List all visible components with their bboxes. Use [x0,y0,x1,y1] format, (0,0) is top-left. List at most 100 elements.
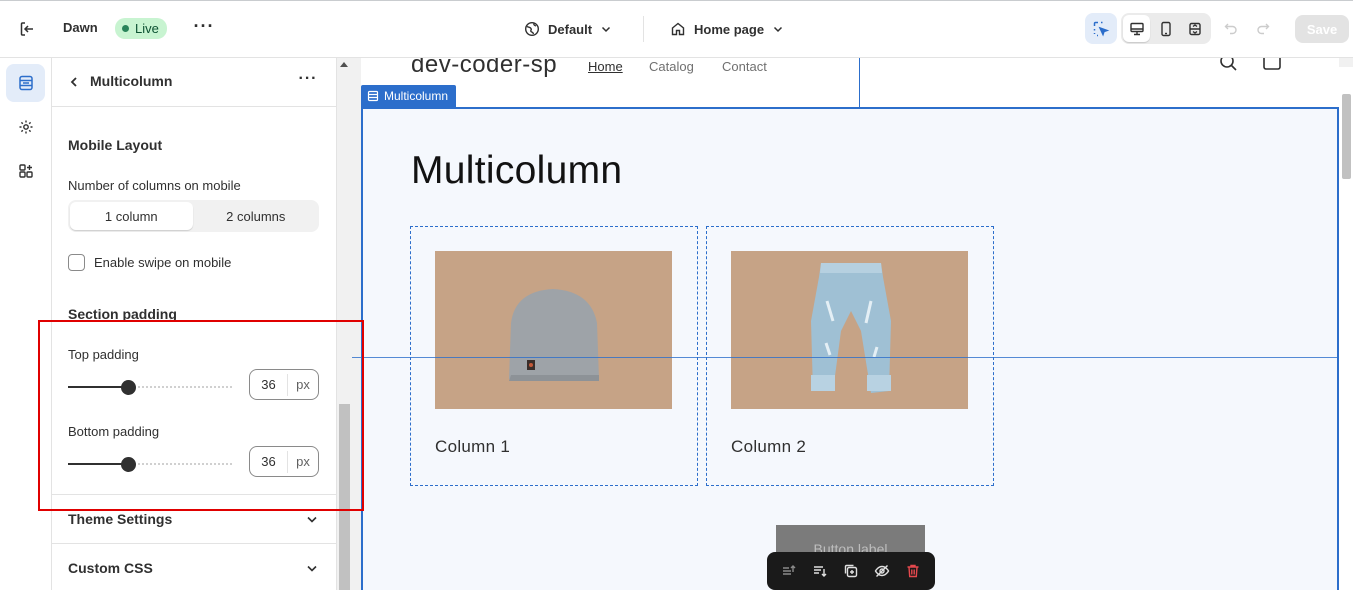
column-block[interactable]: Column 2 [706,226,994,486]
duplicate-icon [844,564,858,578]
desktop-icon [1129,22,1144,35]
section-actions-button[interactable]: ··· [296,70,320,92]
panel-header: Multicolumn ··· [52,58,336,107]
option-1-column[interactable]: 1 column [70,202,193,230]
accordion-title: Custom CSS [68,560,153,576]
mobile-icon [1161,21,1171,36]
exit-icon [20,22,33,36]
sections-icon [18,75,33,91]
option-2-columns[interactable]: 2 columns [195,202,318,230]
grey-beanie-image [435,251,672,409]
slider-track [134,386,234,388]
top-padding-input[interactable]: 36 px [249,369,319,400]
move-down-button[interactable] [807,558,833,584]
window-top-border [0,0,1353,1]
page-select[interactable]: Home page [670,18,784,40]
block-floating-toolbar [767,552,935,590]
sections-icon [367,90,379,102]
column-caption[interactable]: Column 2 [731,437,806,457]
save-button[interactable]: Save [1295,15,1349,43]
column-caption[interactable]: Column 1 [435,437,510,457]
theme-settings-accordion[interactable]: Theme Settings [52,494,336,543]
bottom-padding-value[interactable]: 36 [250,450,288,473]
mobile-view-button[interactable] [1152,15,1179,42]
top-padding-slider[interactable] [68,380,234,395]
panel-scrollbar[interactable] [336,58,352,590]
editor-left-rail [0,58,52,590]
move-down-icon [813,566,827,577]
bottom-padding-input[interactable]: 36 px [249,446,319,477]
column-block[interactable]: Column 1 [410,226,698,486]
storefront-preview: dev-coder-sp Home Catalog Contact Multic… [352,58,1353,590]
mobile-layout-heading: Mobile Layout [68,137,163,153]
scrollbar-thumb[interactable] [339,404,350,590]
accordion-title: Theme Settings [68,511,173,527]
slider-thumb[interactable] [121,457,136,472]
nav-link-catalog[interactable]: Catalog [649,59,694,74]
theme-name: Dawn [63,20,98,35]
editor-topbar: Dawn Live ··· Default Home page Save [0,0,1353,58]
chevron-down-icon [307,516,317,523]
slider-fill [68,386,128,388]
columns-on-mobile-label: Number of columns on mobile [68,178,241,193]
bottom-padding-label: Bottom padding [68,424,160,439]
selected-section-label: Multicolumn [384,89,449,103]
column-image [435,251,672,409]
theme-settings-select[interactable]: Default [524,18,612,40]
nav-link-home[interactable]: Home [588,59,623,74]
scrollbar-thumb[interactable] [1342,94,1351,179]
columns-on-mobile-segmented: 1 column 2 columns [68,200,319,232]
theme-actions-button[interactable]: ··· [192,16,216,40]
top-padding-value[interactable]: 36 [250,373,288,396]
section-title[interactable]: Multicolumn [411,149,622,193]
multicolumn-section[interactable]: Multicolumn Column 1 Column 2 Button lab… [361,107,1339,590]
alignment-guide [859,58,860,108]
custom-css-accordion[interactable]: Custom CSS [52,543,336,590]
enable-swipe-checkbox[interactable] [68,254,85,271]
store-header: dev-coder-sp Home Catalog Contact [361,58,1339,108]
redo-button[interactable] [1253,18,1273,38]
exit-editor-button[interactable] [14,16,40,42]
duplicate-button[interactable] [838,558,864,584]
store-name[interactable]: dev-coder-sp [411,58,557,79]
sections-nav-button[interactable] [6,64,45,102]
inspector-toggle-button[interactable] [1085,13,1117,44]
slider-fill [68,463,128,465]
slider-track [134,463,234,465]
undo-icon [1224,23,1237,35]
undo-button[interactable] [1221,18,1241,38]
scroll-up-arrow[interactable] [340,62,348,67]
chevron-down-icon [307,565,317,572]
back-button[interactable] [66,72,82,92]
panel-title: Multicolumn [90,73,173,89]
live-status-badge: Live [115,18,167,39]
preview-scrollbar[interactable] [1339,67,1353,590]
move-up-icon [782,565,796,575]
apps-icon [18,164,33,178]
cart-icon[interactable] [1261,58,1283,76]
hide-button[interactable] [869,558,895,584]
apps-nav-button[interactable] [6,152,45,190]
move-up-button[interactable] [776,558,802,584]
fullscreen-view-button[interactable] [1182,15,1209,42]
eye-off-icon [874,565,890,577]
bottom-padding-slider[interactable] [68,457,234,472]
section-padding-heading: Section padding [68,306,177,322]
top-padding-unit: px [296,377,310,392]
inspect-cursor-icon [1093,21,1110,37]
theme-settings-nav-button[interactable] [6,108,45,146]
enable-swipe-label[interactable]: Enable swipe on mobile [94,255,231,270]
redo-icon [1257,23,1270,35]
desktop-view-button[interactable] [1123,15,1151,42]
chevron-down-icon [774,26,783,33]
page-select-label: Home page [694,21,765,37]
search-icon[interactable] [1218,58,1240,76]
fullscreen-icon [1189,22,1202,35]
home-icon [671,22,685,36]
section-settings-panel: Multicolumn ··· Mobile Layout Number of … [52,58,336,590]
delete-button[interactable] [900,558,926,584]
slider-thumb[interactable] [121,380,136,395]
globe-icon [524,21,540,37]
nav-link-contact[interactable]: Contact [722,59,767,74]
selected-section-tag[interactable]: Multicolumn [361,85,457,107]
